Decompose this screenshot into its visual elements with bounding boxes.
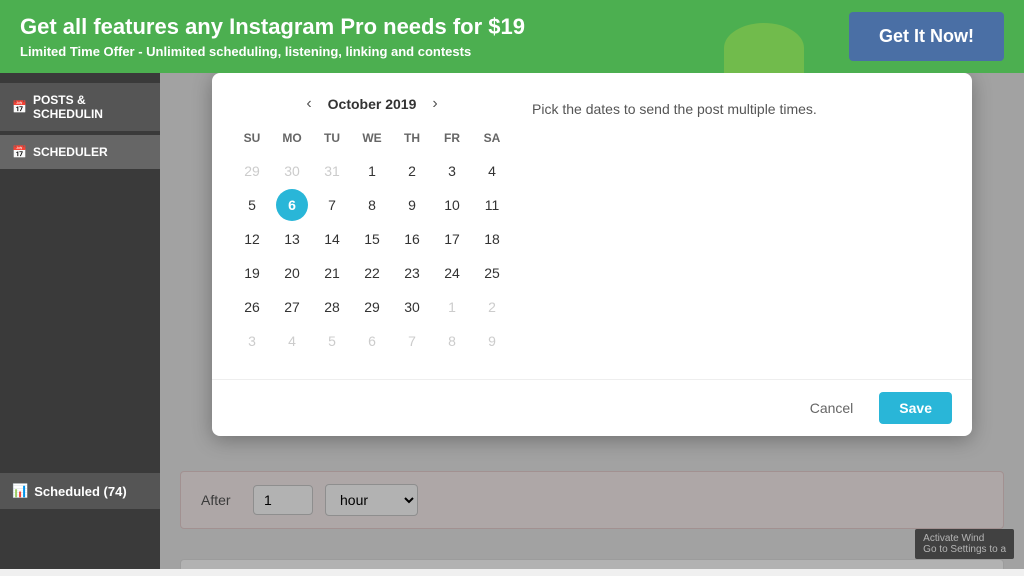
calendar-cell-4-2[interactable]: 28 (316, 291, 348, 323)
cancel-button[interactable]: Cancel (794, 392, 870, 424)
calendar-row-2: 12131415161718 (232, 223, 512, 255)
col-mo: MO (272, 127, 312, 149)
calendar-row-0: 2930311234 (232, 155, 512, 187)
calendar-cell-2-4[interactable]: 16 (396, 223, 428, 255)
posts-label: POSTS & SCHEDULIN (33, 93, 148, 121)
calendar-cell-5-4[interactable]: 7 (396, 325, 428, 357)
next-month-button[interactable]: › (426, 93, 443, 115)
calendar-cell-3-3[interactable]: 22 (356, 257, 388, 289)
calendar-cell-1-3[interactable]: 8 (356, 189, 388, 221)
col-su: SU (232, 127, 272, 149)
content-area: ‹ October 2019 › SU MO TU WE TH (160, 73, 1024, 569)
col-fr: FR (432, 127, 472, 149)
banner-title: Get all features any Instagram Pro needs… (20, 14, 525, 40)
calendar-nav: ‹ October 2019 › (232, 93, 512, 115)
calendar-icon: 📅 (12, 100, 27, 114)
calendar-cell-4-0[interactable]: 26 (236, 291, 268, 323)
calendar-cell-5-5[interactable]: 8 (436, 325, 468, 357)
scheduled-label: Scheduled (74) (34, 484, 126, 499)
sidebar: 📅 POSTS & SCHEDULIN 📅 SCHEDULER 📊 Schedu… (0, 73, 160, 569)
calendar-cell-4-5[interactable]: 1 (436, 291, 468, 323)
calendar-cell-3-6[interactable]: 25 (476, 257, 508, 289)
calendar-modal: ‹ October 2019 › SU MO TU WE TH (212, 73, 972, 436)
calendar-cell-1-5[interactable]: 10 (436, 189, 468, 221)
modal-overlay: ‹ October 2019 › SU MO TU WE TH (160, 73, 1024, 569)
calendar-row-5: 3456789 (232, 325, 512, 357)
calendar-cell-4-1[interactable]: 27 (276, 291, 308, 323)
calendar-cell-2-3[interactable]: 15 (356, 223, 388, 255)
calendar-cell-5-3[interactable]: 6 (356, 325, 388, 357)
main-area: 📅 POSTS & SCHEDULIN 📅 SCHEDULER 📊 Schedu… (0, 73, 1024, 569)
sidebar-item-posts[interactable]: 📅 POSTS & SCHEDULIN (0, 83, 160, 131)
calendar-cell-1-4[interactable]: 9 (396, 189, 428, 221)
calendar-cell-3-2[interactable]: 21 (316, 257, 348, 289)
calendar-cell-0-2[interactable]: 31 (316, 155, 348, 187)
calendar-cell-1-0[interactable]: 5 (236, 189, 268, 221)
calendar-row-4: 262728293012 (232, 291, 512, 323)
sidebar-item-scheduled[interactable]: 📊 Scheduled (74) (0, 473, 160, 509)
calendar-cell-1-6[interactable]: 11 (476, 189, 508, 221)
save-button[interactable]: Save (879, 392, 952, 424)
chart-icon: 📊 (12, 483, 28, 499)
calendar-cell-2-0[interactable]: 12 (236, 223, 268, 255)
calendar-cell-5-1[interactable]: 4 (276, 325, 308, 357)
calendar-cell-0-6[interactable]: 4 (476, 155, 508, 187)
pick-dates-text: Pick the dates to send the post multiple… (532, 101, 952, 117)
calendar-cell-3-4[interactable]: 23 (396, 257, 428, 289)
calendar-left: ‹ October 2019 › SU MO TU WE TH (232, 93, 512, 359)
banner-subtitle: Limited Time Offer - Unlimited schedulin… (20, 44, 525, 59)
calendar-cell-4-6[interactable]: 2 (476, 291, 508, 323)
calendar-cell-5-2[interactable]: 5 (316, 325, 348, 357)
calendar-cell-0-1[interactable]: 30 (276, 155, 308, 187)
calendar-content: ‹ October 2019 › SU MO TU WE TH (212, 73, 972, 379)
calendar-cell-2-1[interactable]: 13 (276, 223, 308, 255)
calendar-month-label: October 2019 (328, 96, 417, 112)
banner-decoration (724, 23, 804, 73)
top-banner: Get all features any Instagram Pro needs… (0, 0, 1024, 73)
calendar-cell-5-6[interactable]: 9 (476, 325, 508, 357)
calendar-cell-2-5[interactable]: 17 (436, 223, 468, 255)
calendar-cell-1-2[interactable]: 7 (316, 189, 348, 221)
calendar-cell-3-1[interactable]: 20 (276, 257, 308, 289)
col-th: TH (392, 127, 432, 149)
scheduler-label: SCHEDULER (33, 145, 108, 159)
calendar-cell-3-0[interactable]: 19 (236, 257, 268, 289)
calendar-header-row: SU MO TU WE TH FR SA (232, 127, 512, 149)
calendar-rows-container: 2930311234567891011121314151617181920212… (232, 155, 512, 357)
get-it-now-button[interactable]: Get It Now! (849, 12, 1004, 61)
calendar-row-1: 567891011 (232, 189, 512, 221)
calendar-cell-0-3[interactable]: 1 (356, 155, 388, 187)
calendar-cell-1-1[interactable]: 6 (276, 189, 308, 221)
sidebar-item-scheduler[interactable]: 📅 SCHEDULER (0, 135, 160, 169)
calendar-cell-0-4[interactable]: 2 (396, 155, 428, 187)
calendar-cell-2-6[interactable]: 18 (476, 223, 508, 255)
calendar-right: Pick the dates to send the post multiple… (532, 93, 952, 359)
calendar-row-3: 19202122232425 (232, 257, 512, 289)
calendar-grid: SU MO TU WE TH FR SA 2930311234567891011… (232, 127, 512, 357)
prev-month-button[interactable]: ‹ (300, 93, 317, 115)
banner-text-block: Get all features any Instagram Pro needs… (20, 14, 525, 59)
calendar-cell-4-4[interactable]: 30 (396, 291, 428, 323)
calendar-cell-4-3[interactable]: 29 (356, 291, 388, 323)
calendar-cell-3-5[interactable]: 24 (436, 257, 468, 289)
calendar-cell-0-0[interactable]: 29 (236, 155, 268, 187)
calendar-cell-0-5[interactable]: 3 (436, 155, 468, 187)
scheduler-icon: 📅 (12, 145, 27, 159)
calendar-cell-2-2[interactable]: 14 (316, 223, 348, 255)
col-tu: TU (312, 127, 352, 149)
col-sa: SA (472, 127, 512, 149)
modal-footer: Cancel Save (212, 379, 972, 436)
calendar-cell-5-0[interactable]: 3 (236, 325, 268, 357)
col-we: WE (352, 127, 392, 149)
